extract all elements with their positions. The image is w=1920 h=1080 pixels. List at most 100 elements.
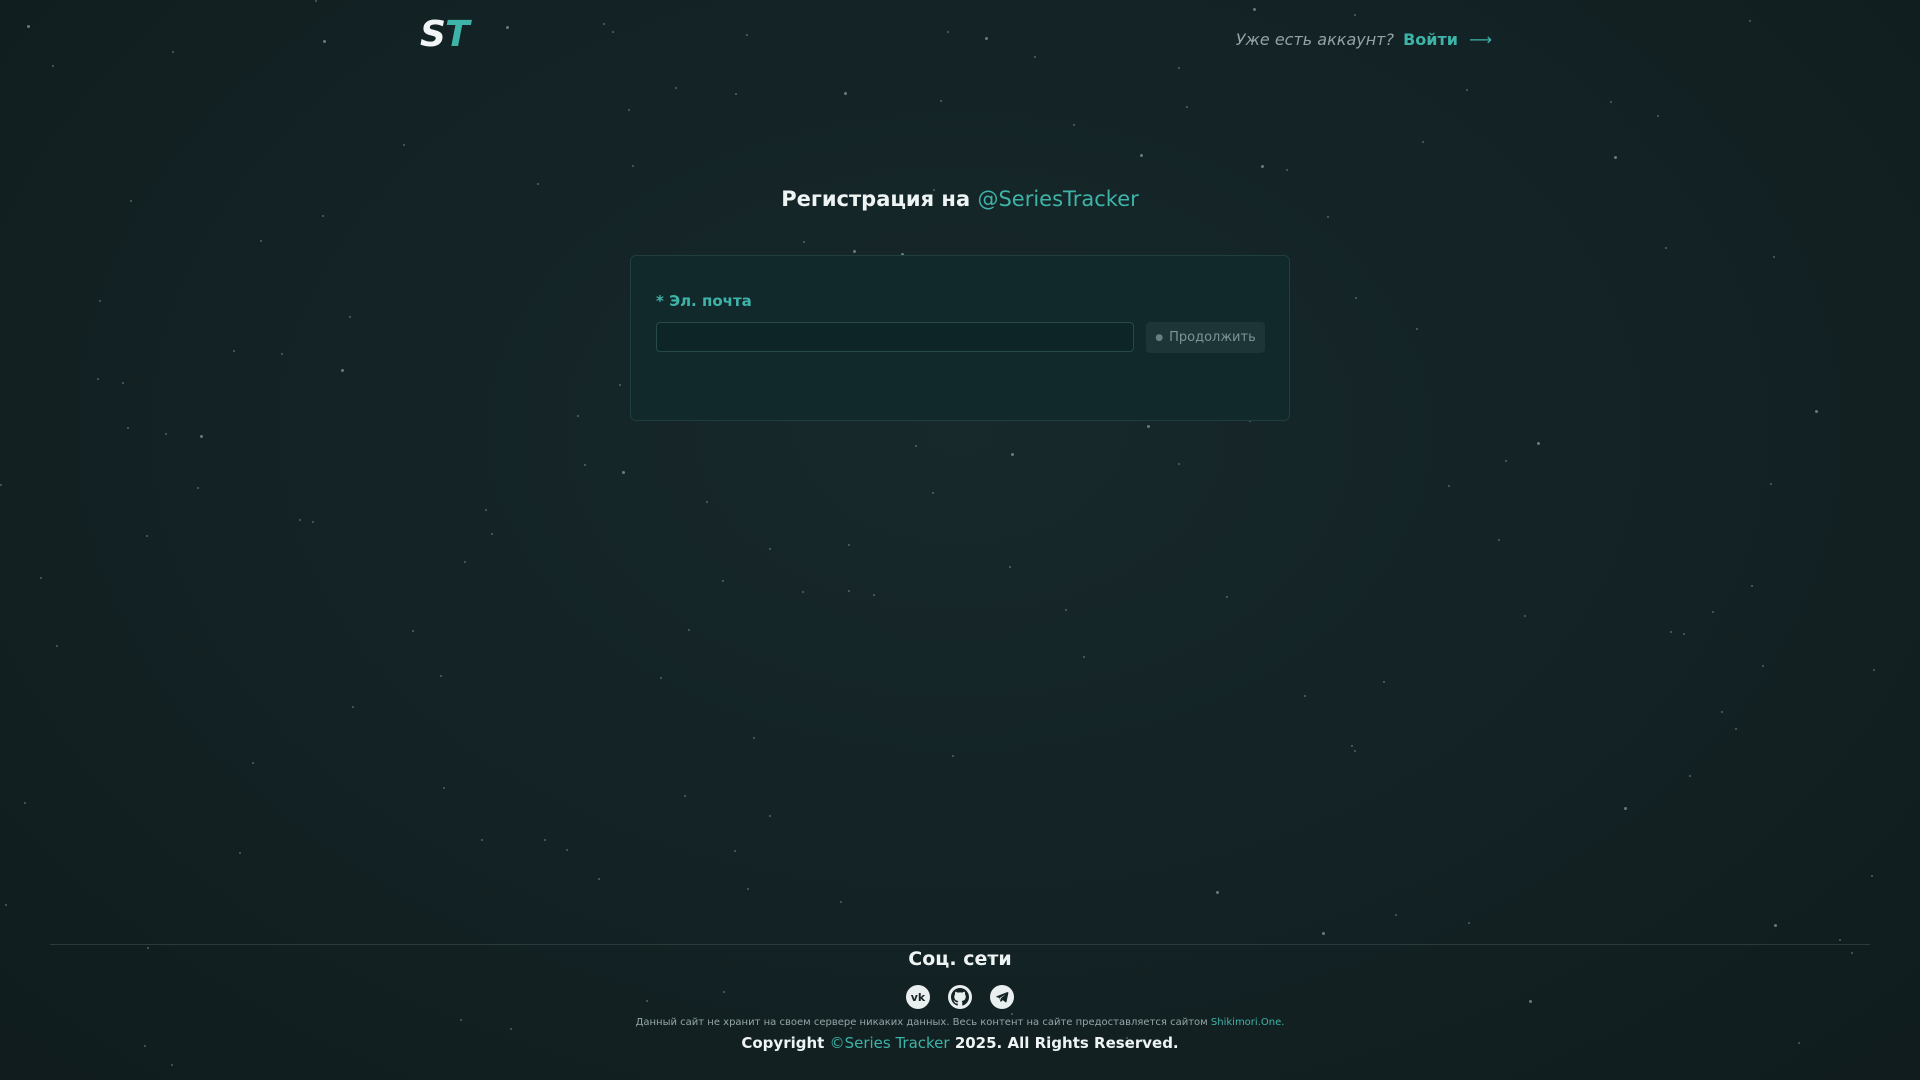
star xyxy=(1735,728,1737,730)
star xyxy=(1065,609,1067,611)
telegram-icon[interactable] xyxy=(990,985,1014,1009)
star xyxy=(1422,141,1424,143)
star xyxy=(619,384,621,386)
star xyxy=(1322,932,1325,935)
copyright: Copyright ©Series Tracker 2025. All Righ… xyxy=(0,1034,1920,1052)
continue-button-label: Продолжить xyxy=(1169,330,1256,345)
star xyxy=(848,590,850,592)
star xyxy=(1721,711,1723,713)
star xyxy=(200,435,203,438)
star xyxy=(660,677,662,679)
star xyxy=(753,737,755,739)
star xyxy=(1009,566,1011,568)
star xyxy=(1815,410,1818,413)
star xyxy=(706,501,708,503)
star xyxy=(197,487,199,489)
star xyxy=(628,109,630,111)
header: ST Уже есть аккаунт? Войти ⟶ xyxy=(0,0,1920,80)
star xyxy=(510,1028,512,1030)
star xyxy=(1839,939,1841,941)
star xyxy=(440,675,442,677)
star xyxy=(1524,615,1526,617)
starfield-background xyxy=(0,0,1920,1080)
star xyxy=(312,521,314,523)
footer-divider xyxy=(50,944,1870,945)
star xyxy=(566,849,568,851)
title-brand: @SeriesTracker xyxy=(977,187,1139,211)
star xyxy=(537,183,539,185)
star xyxy=(1537,442,1540,445)
star xyxy=(1683,633,1685,635)
star xyxy=(0,484,2,486)
star xyxy=(1327,216,1329,218)
star xyxy=(632,165,634,167)
vk-icon[interactable]: vk xyxy=(906,985,930,1009)
star xyxy=(1762,665,1764,667)
star xyxy=(1770,483,1772,485)
star xyxy=(99,300,101,302)
star xyxy=(840,901,842,903)
star xyxy=(1773,256,1775,258)
email-label: * Эл. почта xyxy=(656,292,752,310)
star xyxy=(684,795,686,797)
star xyxy=(1351,745,1353,747)
star xyxy=(1304,695,1306,697)
star xyxy=(239,852,241,854)
star xyxy=(1083,656,1085,658)
star xyxy=(1670,631,1672,633)
logo[interactable]: ST xyxy=(420,14,469,55)
github-icon[interactable] xyxy=(948,985,972,1009)
star xyxy=(734,850,736,852)
star xyxy=(122,382,124,384)
star xyxy=(322,215,324,217)
star xyxy=(443,787,445,789)
star xyxy=(412,630,414,632)
shikimori-link[interactable]: Shikimori.One. xyxy=(1211,1017,1285,1028)
star xyxy=(802,591,804,593)
star xyxy=(165,433,167,435)
continue-button[interactable]: ● Продолжить xyxy=(1146,322,1265,353)
star xyxy=(127,427,129,429)
star xyxy=(1657,115,1659,117)
star xyxy=(1286,169,1288,171)
star xyxy=(403,144,405,146)
title-prefix: Регистрация на xyxy=(781,187,971,211)
star xyxy=(1140,154,1143,157)
star xyxy=(1147,425,1150,428)
star xyxy=(940,100,942,102)
star xyxy=(688,629,690,631)
disclaimer: Данный сайт не хранит на своем сервере н… xyxy=(0,1017,1920,1028)
account-question: Уже есть аккаунт? xyxy=(1235,30,1394,49)
star xyxy=(848,544,850,546)
star xyxy=(24,802,26,804)
copyright-prefix: Copyright xyxy=(741,1034,825,1052)
star xyxy=(1448,485,1450,487)
star xyxy=(1466,89,1468,91)
star xyxy=(1468,922,1470,924)
social-title: Соц. сети xyxy=(908,948,1012,970)
star xyxy=(1505,460,1507,462)
star xyxy=(1011,1013,1013,1015)
star xyxy=(1498,539,1500,541)
star xyxy=(844,92,847,95)
login-link[interactable]: Войти xyxy=(1403,30,1458,49)
page-title: Регистрация на @SeriesTracker xyxy=(0,187,1920,211)
star xyxy=(491,533,493,535)
star xyxy=(1178,463,1180,465)
star xyxy=(485,509,487,511)
star xyxy=(1873,669,1875,671)
login-prompt: Уже есть аккаунт? Войти ⟶ xyxy=(1236,30,1492,49)
star xyxy=(735,93,737,95)
star xyxy=(1226,596,1228,598)
star xyxy=(1610,101,1612,103)
star xyxy=(1871,875,1873,877)
star xyxy=(598,878,600,880)
star xyxy=(769,548,771,550)
arrow-right-icon[interactable]: ⟶ xyxy=(1469,30,1492,49)
star xyxy=(1689,775,1691,777)
email-input[interactable] xyxy=(656,322,1134,352)
star xyxy=(97,378,99,380)
star xyxy=(915,445,917,447)
star xyxy=(1774,924,1777,927)
star xyxy=(1751,585,1753,587)
